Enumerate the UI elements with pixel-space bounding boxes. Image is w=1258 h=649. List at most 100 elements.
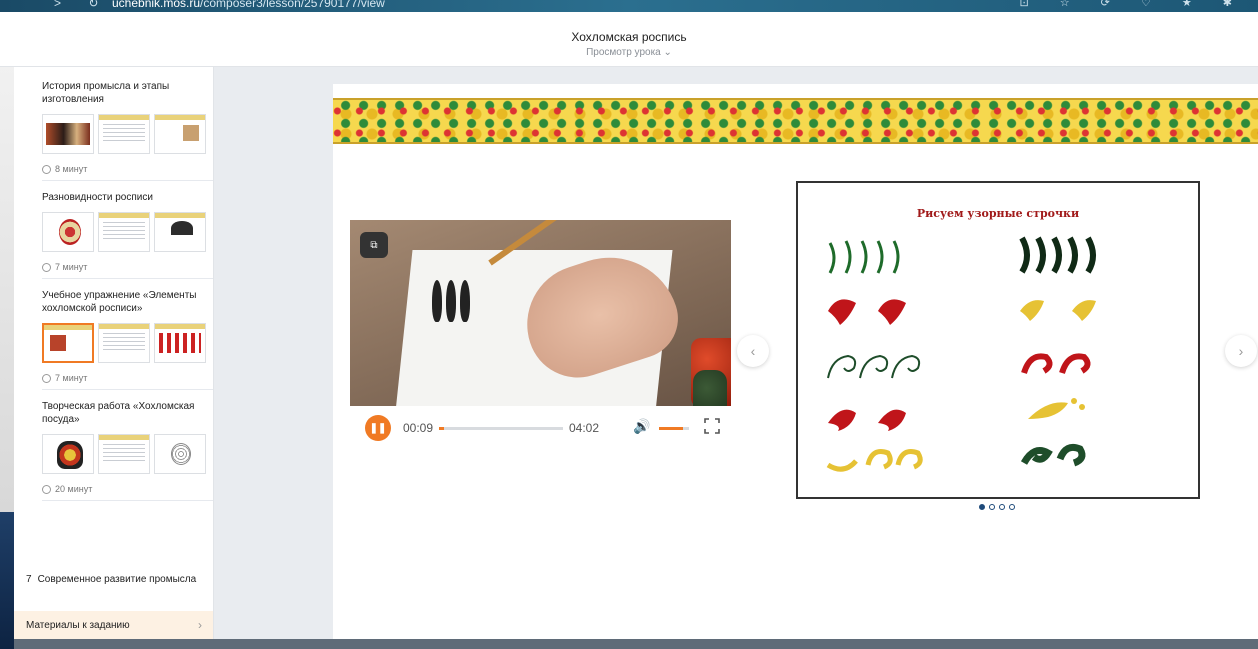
thumbnail-header xyxy=(99,324,149,329)
slide-prev-button[interactable]: ‹ xyxy=(737,335,769,367)
slide-thumbnail[interactable] xyxy=(154,114,206,154)
pattern-red-curls xyxy=(1021,353,1091,374)
materials-link[interactable]: Материалы к заданию › xyxy=(14,611,213,639)
lesson-title: Хохломская роспись xyxy=(571,30,687,44)
browser-toolbar: > ↻ uchebnik.mos.ru/composer3/lesson/257… xyxy=(0,0,1258,12)
materials-label: Материалы к заданию xyxy=(26,619,130,631)
volume-level xyxy=(659,427,683,430)
slide-thumbnail-active[interactable] xyxy=(42,323,94,363)
thumbnail-header xyxy=(155,115,205,120)
thumbnail-header xyxy=(155,213,205,218)
clock-icon xyxy=(42,484,51,494)
pager-dot[interactable] xyxy=(989,504,995,510)
slide-thumbnail[interactable] xyxy=(98,212,150,252)
slide-image: Рисуем узорные строчки xyxy=(796,181,1200,499)
slide-thumbnail[interactable] xyxy=(98,434,150,474)
seek-bar[interactable] xyxy=(439,427,563,430)
pattern-green-curls xyxy=(827,354,921,379)
thumbnail-header xyxy=(99,435,149,440)
slide-next-button[interactable]: › xyxy=(1225,335,1257,367)
slide-thumbnail[interactable] xyxy=(154,434,206,474)
view-mode-dropdown[interactable]: Просмотр урока ⌄ xyxy=(0,47,1258,58)
lesson-item-title: Современное развитие промысла xyxy=(37,574,197,585)
lesson-item-7[interactable]: 7 Современное развитие промысла xyxy=(26,573,202,586)
volume-slider[interactable] xyxy=(659,427,689,430)
pager-dot[interactable] xyxy=(1009,504,1015,510)
pattern-gold-curls xyxy=(826,449,923,472)
duration-text: 8 минут xyxy=(55,164,88,174)
clock-icon xyxy=(42,164,51,174)
volume-icon[interactable]: 🔊 xyxy=(633,418,650,435)
thumbnail-image xyxy=(183,125,199,141)
pause-button[interactable]: ❚❚ xyxy=(365,415,391,441)
slide-thumbnail[interactable] xyxy=(98,323,150,363)
pattern-green-curls-bold xyxy=(1020,443,1086,467)
lesson-duration: 7 минут xyxy=(42,373,213,383)
pager-dot[interactable] xyxy=(979,504,985,510)
lesson-sidebar: История промысла и этапы изготовления 8 … xyxy=(14,67,214,649)
duration-text: 7 минут xyxy=(55,262,88,272)
thumbnail-header xyxy=(155,324,205,329)
address-bar[interactable]: uchebnik.mos.ru/composer3/lesson/2579017… xyxy=(112,0,385,10)
lesson-item-title: История промысла и этапы изготовления xyxy=(42,81,170,105)
clock-icon xyxy=(42,262,51,272)
slide-thumbnail[interactable] xyxy=(42,114,94,154)
pattern-red-leaves xyxy=(828,299,906,325)
thumbnail-text xyxy=(103,124,145,144)
khokhloma-patterns xyxy=(826,236,1096,472)
pattern-row-bold-brackets xyxy=(1019,236,1096,274)
pattern-row-brackets xyxy=(828,240,900,274)
slide-thumbnails xyxy=(42,114,213,154)
thumbnail-image xyxy=(171,443,191,465)
slide-thumbnail[interactable] xyxy=(154,323,206,363)
pattern-gold-sprig xyxy=(1028,398,1085,419)
thumbnail-header xyxy=(99,213,149,218)
video-brush-stroke xyxy=(460,280,470,322)
thumbnail-image xyxy=(59,219,81,245)
lesson-duration: 8 минут xyxy=(42,164,213,174)
chevron-right-icon: › xyxy=(198,618,202,632)
slide-thumbnails xyxy=(42,212,213,252)
thumbnail-image xyxy=(57,441,83,469)
clock-icon xyxy=(42,373,51,383)
lesson-duration: 7 минут xyxy=(42,262,213,272)
browser-tool-icons[interactable]: ⊡ ☆ ⟳ ♡ ★ ✱ xyxy=(1019,0,1246,9)
url-path: /composer3/lesson/25790177/view xyxy=(200,0,385,10)
thumbnail-text xyxy=(103,222,145,242)
pager-dot[interactable] xyxy=(999,504,1005,510)
video-player[interactable]: ⧉ ❚❚ 00:09 04:02 🔊 xyxy=(350,220,731,450)
thumbnail-image xyxy=(159,333,201,353)
thumbnail-text xyxy=(103,333,145,353)
lesson-list: История промысла и этапы изготовления 8 … xyxy=(42,80,213,501)
slide-thumbnail[interactable] xyxy=(42,434,94,474)
lesson-item[interactable]: История промысла и этапы изготовления 8 … xyxy=(42,80,213,181)
thumbnail-header xyxy=(99,115,149,120)
slide-thumbnails xyxy=(42,434,213,474)
fullscreen-icon[interactable] xyxy=(704,418,720,434)
pattern-red-grass xyxy=(828,409,906,431)
video-brush-stroke xyxy=(446,280,456,322)
current-time: 00:09 xyxy=(403,421,434,435)
thumbnail-header xyxy=(44,325,92,330)
lesson-item[interactable]: Разновидности росписи 7 минут xyxy=(42,181,213,279)
taskbar-strip xyxy=(14,639,1258,649)
lesson-content-card: ⧉ ❚❚ 00:09 04:02 🔊 ‹ Рисуем узорные стро… xyxy=(333,84,1258,640)
slide-thumbnails xyxy=(42,323,213,363)
slide-pager xyxy=(979,504,1015,510)
lesson-item[interactable]: Творческая работа «Хохломская посуда» 20… xyxy=(42,390,213,501)
lesson-item-title: Разновидности росписи xyxy=(42,192,153,203)
pattern-gold-leaves xyxy=(1020,300,1096,321)
picture-in-picture-icon[interactable]: ⧉ xyxy=(360,232,388,258)
khokhloma-ornament-banner xyxy=(333,98,1258,144)
slide-thumbnail[interactable] xyxy=(154,212,206,252)
lesson-number: 7 xyxy=(26,574,32,585)
slide-thumbnail[interactable] xyxy=(98,114,150,154)
duration-text: 20 минут xyxy=(55,484,93,494)
thumbnail-image xyxy=(50,335,66,351)
browser-nav-buttons[interactable]: > ↻ xyxy=(54,0,110,10)
thumbnail-image xyxy=(46,123,90,145)
thumbnail-text xyxy=(103,444,145,464)
lesson-item-title: Учебное упражнение «Элементы хохломской … xyxy=(42,290,197,314)
slide-thumbnail[interactable] xyxy=(42,212,94,252)
lesson-item[interactable]: Учебное упражнение «Элементы хохломской … xyxy=(42,279,213,390)
